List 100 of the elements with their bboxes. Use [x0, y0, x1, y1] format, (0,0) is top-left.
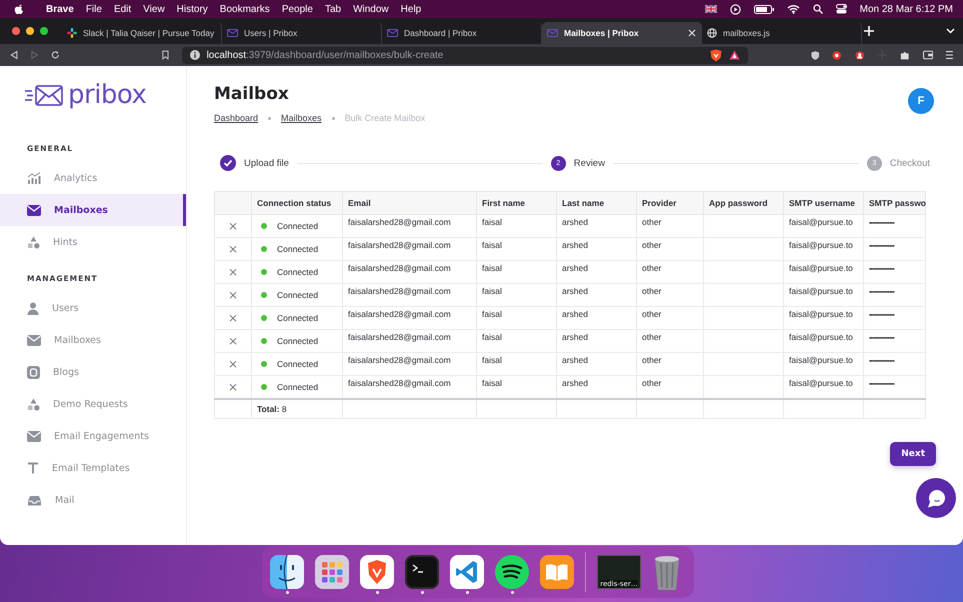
table-cell: faisal@pursue.to	[784, 352, 864, 376]
table-cell: other	[636, 284, 704, 306]
reload-icon[interactable]	[51, 50, 60, 60]
envelope-icon	[227, 29, 238, 37]
app-grid-icon[interactable]	[315, 554, 349, 588]
menu-icon[interactable]	[946, 50, 953, 60]
table-cell: faisalarshed28@gmail.com	[342, 352, 476, 376]
table-cell: faisal	[476, 306, 556, 330]
address-bar[interactable]: localhost:3979/dashboard/user/mailboxes/bulk-create	[182, 46, 748, 64]
status-text: Connected	[277, 359, 318, 369]
text-icon	[27, 462, 39, 474]
menu-item[interactable]: Bookmarks	[220, 4, 270, 14]
table-cell: faisalarshed28@gmail.com	[342, 284, 476, 306]
toggle-icon[interactable]	[836, 4, 847, 14]
table-cell: other	[636, 330, 704, 352]
code-editor-app-icon[interactable]	[450, 554, 484, 588]
column-header: Email	[342, 192, 476, 214]
table-cell: other	[636, 214, 704, 238]
info-icon	[190, 50, 200, 60]
battery-icon[interactable]	[754, 4, 774, 14]
step-label: Review	[574, 158, 605, 168]
table-cell: arshed	[556, 260, 636, 284]
status-text: Connected	[277, 336, 318, 346]
triangle-icon[interactable]	[728, 50, 740, 60]
lion-app-icon[interactable]	[360, 554, 394, 588]
app-menu[interactable]: Brave	[46, 4, 74, 14]
menu-item[interactable]: People	[282, 4, 313, 14]
menu-item[interactable]: File	[86, 4, 102, 14]
table-cell: arshed	[556, 352, 636, 376]
play-icon[interactable]	[730, 4, 741, 14]
shapes-icon	[27, 398, 40, 410]
total-count: Total: 8	[252, 398, 342, 418]
extension-icon[interactable]	[854, 50, 864, 60]
chat-button[interactable]	[916, 478, 956, 518]
column-header: SMTP username	[784, 192, 864, 214]
breadcrumb-link[interactable]: Dashboard	[214, 113, 258, 123]
table-cell: arshed	[556, 214, 636, 238]
remove-button[interactable]: ×	[228, 243, 238, 255]
extension-icon[interactable]	[832, 50, 842, 60]
dot-separator-icon	[332, 116, 335, 120]
envelope-icon	[27, 334, 41, 346]
chevron-down-icon[interactable]	[946, 28, 955, 34]
table-cell: faisalarshed28@gmail.com	[342, 238, 476, 260]
remove-button[interactable]: ×	[228, 289, 238, 301]
column-header: Last name	[556, 192, 636, 214]
remove-button[interactable]: ×	[228, 266, 238, 278]
menu-item[interactable]: Window	[353, 4, 389, 14]
remove-button[interactable]: ×	[228, 335, 238, 347]
column-header: First name	[476, 192, 556, 214]
sidebar-item[interactable]: Mailboxes	[0, 194, 186, 226]
table-cell: faisal@pursue.to	[784, 306, 864, 330]
page-title: Mailbox	[214, 84, 290, 104]
table-cell: arshed	[556, 238, 636, 260]
menu-item[interactable]: History	[176, 4, 208, 14]
status-text: Connected	[277, 382, 318, 392]
table-cell: faisal@pursue.to	[784, 214, 864, 238]
table-cell: faisal	[476, 330, 556, 352]
table-cell: faisal	[476, 352, 556, 376]
terminal-app-icon[interactable]	[405, 554, 439, 588]
browser-tab[interactable]: Mailboxes | Pribox	[542, 22, 702, 44]
shield-icon[interactable]	[810, 50, 820, 60]
table-cell: faisalarshed28@gmail.com	[342, 306, 476, 330]
lion-shield-icon[interactable]	[710, 48, 722, 62]
music-app-icon[interactable]	[495, 554, 529, 588]
envelope-icon	[387, 29, 398, 37]
menu-item[interactable]: Edit	[114, 4, 132, 14]
wallet-icon[interactable]	[922, 50, 934, 60]
table-cell: faisal	[476, 214, 556, 238]
clock: Mon 28 Mar 6:12 PM	[860, 4, 953, 14]
smiling-face-app-icon[interactable]	[270, 554, 304, 588]
table-cell: other	[636, 352, 704, 376]
step-label: Checkout	[890, 158, 930, 168]
status-text: Connected	[277, 221, 318, 231]
table-cell: faisalarshed28@gmail.com	[342, 260, 476, 284]
new-tab-icon[interactable]	[864, 26, 874, 36]
avatar[interactable]: F	[908, 88, 934, 114]
close-icon[interactable]	[688, 29, 696, 37]
envelope-logo-icon	[24, 83, 64, 107]
remove-button[interactable]: ×	[228, 358, 238, 370]
remove-button[interactable]: ×	[228, 220, 238, 232]
menu-item[interactable]: Tab	[324, 4, 342, 14]
book-app-icon[interactable]	[540, 554, 574, 588]
table-cell: faisal	[476, 284, 556, 306]
back-icon[interactable]	[10, 50, 18, 60]
next-button[interactable]: Next	[890, 442, 936, 466]
bar-chart-icon	[27, 172, 41, 184]
column-header: SMTP passwo	[864, 192, 926, 214]
menu-item[interactable]: Help	[400, 4, 422, 14]
search-icon[interactable]	[812, 4, 823, 14]
menu-item[interactable]: View	[143, 4, 165, 14]
bookmark-icon[interactable]	[162, 50, 169, 60]
flag-icon[interactable]	[704, 5, 717, 13]
breadcrumb-link[interactable]: Mailboxes	[281, 113, 322, 123]
table-cell: faisal@pursue.to	[784, 238, 864, 260]
shapes-icon	[27, 236, 40, 248]
remove-button[interactable]: ×	[228, 380, 238, 393]
remove-button[interactable]: ×	[228, 312, 238, 324]
table-cell: faisal	[476, 260, 556, 284]
wifi-icon[interactable]	[786, 4, 800, 14]
table-cell: other	[636, 260, 704, 284]
